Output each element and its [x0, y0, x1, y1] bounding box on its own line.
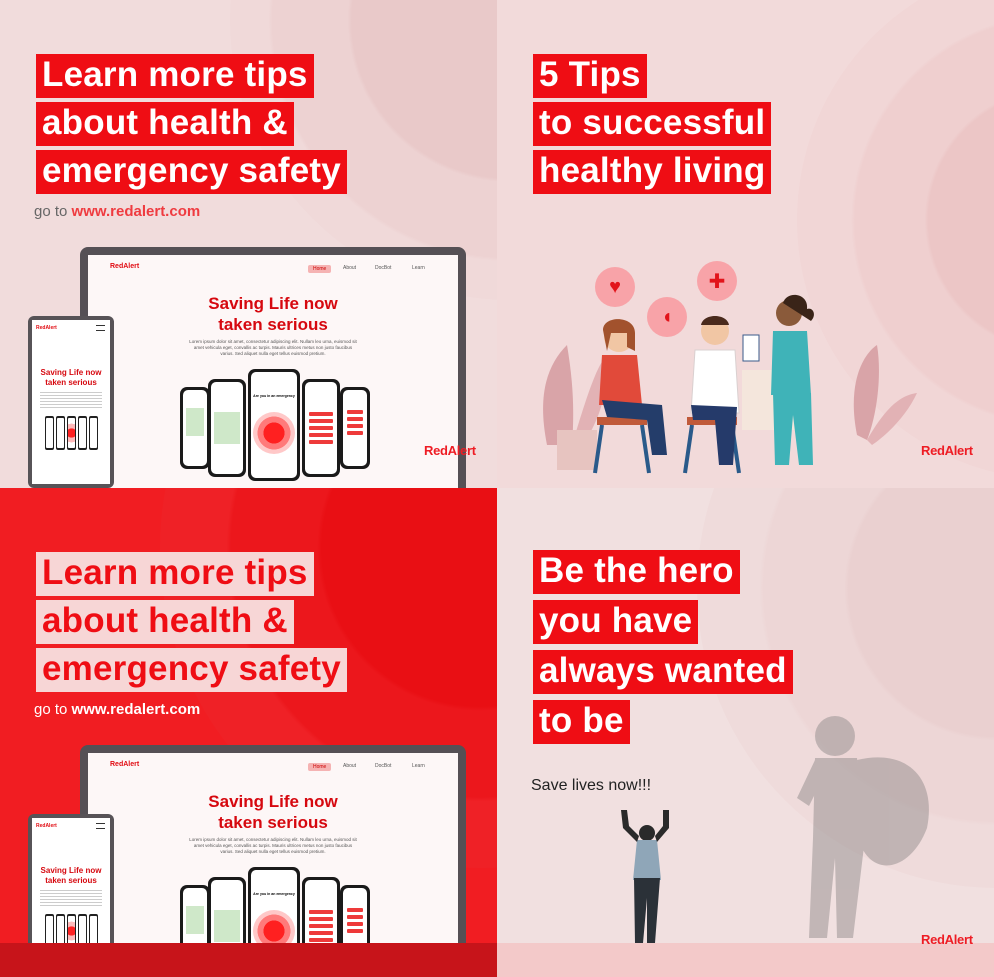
- nav-item-about[interactable]: About: [343, 265, 356, 271]
- nav-item-home[interactable]: Home: [308, 265, 332, 273]
- phone-mockup-emergency: Are you in an emergency: [248, 369, 300, 481]
- headline-line: emergency safety: [36, 648, 347, 692]
- mockup-body: Lorem ipsum dolor sit amet, consectetur …: [189, 339, 357, 356]
- goto-text: go to www.redalert.com: [34, 701, 200, 718]
- goto-prefix: go to: [34, 203, 68, 220]
- headline-line: healthy living: [533, 150, 772, 194]
- hamburger-menu-icon[interactable]: [96, 823, 105, 829]
- nav-item-learn[interactable]: Learn: [412, 763, 425, 769]
- hamburger-menu-icon[interactable]: [96, 325, 105, 331]
- brand-logo: RedAlert: [424, 433, 476, 468]
- mobile-mockup: RedAlert Saving Life now taken serious: [28, 316, 114, 488]
- mobile-title: Saving Life now taken serious: [40, 368, 102, 387]
- laptop-screen: RedAlert Home About DocBot Learn Saving …: [88, 255, 458, 488]
- panel-learn-more-red: Learn more tips about health & emergency…: [0, 488, 497, 977]
- mockup-title: Saving Life now taken serious: [208, 792, 338, 832]
- panel-be-the-hero: Be the hero you have always wanted to be…: [497, 488, 994, 977]
- mockup-title: Saving Life now taken serious: [208, 294, 338, 334]
- nav-item-docbot[interactable]: DocBot: [375, 265, 391, 271]
- headline-line: Learn more tips: [36, 54, 314, 98]
- goto-url-link[interactable]: www.redalert.com: [72, 203, 201, 220]
- brand-logo: RedAlert: [921, 922, 973, 957]
- headline: Learn more tips about health & emergency…: [36, 552, 347, 692]
- phone-mockup: [302, 379, 340, 477]
- brand-logo: RedAlert: [921, 433, 973, 468]
- mockup-logo: RedAlert: [110, 263, 140, 270]
- headline-line: about health &: [36, 102, 294, 146]
- phone-mockup: [208, 379, 246, 477]
- goto-url-link[interactable]: www.redalert.com: [72, 701, 201, 718]
- headline-line: 5 Tips: [533, 54, 647, 98]
- mockup-nav: RedAlert Home About DocBot Learn: [88, 263, 458, 277]
- headline-line: to successful: [533, 102, 772, 146]
- headline-line: Learn more tips: [36, 552, 314, 596]
- panel-5-tips: 5 Tips to successful healthy living ♥ ✚ …: [497, 0, 994, 488]
- hero-shadow-illustration: [497, 716, 994, 977]
- doctor-illustration: ♥ ✚ ◖: [527, 255, 977, 485]
- mockup-body: Lorem ipsum dolor sit amet, consectetur …: [189, 837, 357, 854]
- mobile-body-lines: [40, 392, 102, 410]
- headline-line: emergency safety: [36, 150, 347, 194]
- phone-mockup: [180, 387, 210, 469]
- phone-mockup: [340, 387, 370, 469]
- headline: 5 Tips to successful healthy living: [533, 54, 772, 194]
- headline-line: about health &: [36, 600, 294, 644]
- nav-item-docbot[interactable]: DocBot: [375, 763, 391, 769]
- bottom-band: [0, 943, 497, 977]
- nav-item-learn[interactable]: Learn: [412, 265, 425, 271]
- mockup-nav: RedAlert Home About DocBot Learn: [88, 761, 458, 775]
- mobile-phones: [38, 416, 104, 450]
- goto-text: go to www.redalert.com: [34, 203, 200, 220]
- medical-scene-svg: [543, 294, 917, 474]
- headline: Learn more tips about health & emergency…: [36, 54, 347, 194]
- mockup-logo: RedAlert: [110, 761, 140, 768]
- mobile-logo: RedAlert: [36, 325, 57, 331]
- nav-item-home[interactable]: Home: [308, 763, 332, 771]
- poster-grid: Learn more tips about health & emergency…: [0, 0, 994, 977]
- mobile-logo: RedAlert: [36, 823, 57, 829]
- mobile-body-lines: [40, 890, 102, 908]
- laptop-mockup: RedAlert Home About DocBot Learn Saving …: [80, 247, 466, 488]
- panel-learn-more-pink: Learn more tips about health & emergency…: [0, 0, 497, 488]
- mobile-title: Saving Life now taken serious: [40, 866, 102, 885]
- nav-item-about[interactable]: About: [343, 763, 356, 769]
- goto-prefix: go to: [34, 701, 68, 718]
